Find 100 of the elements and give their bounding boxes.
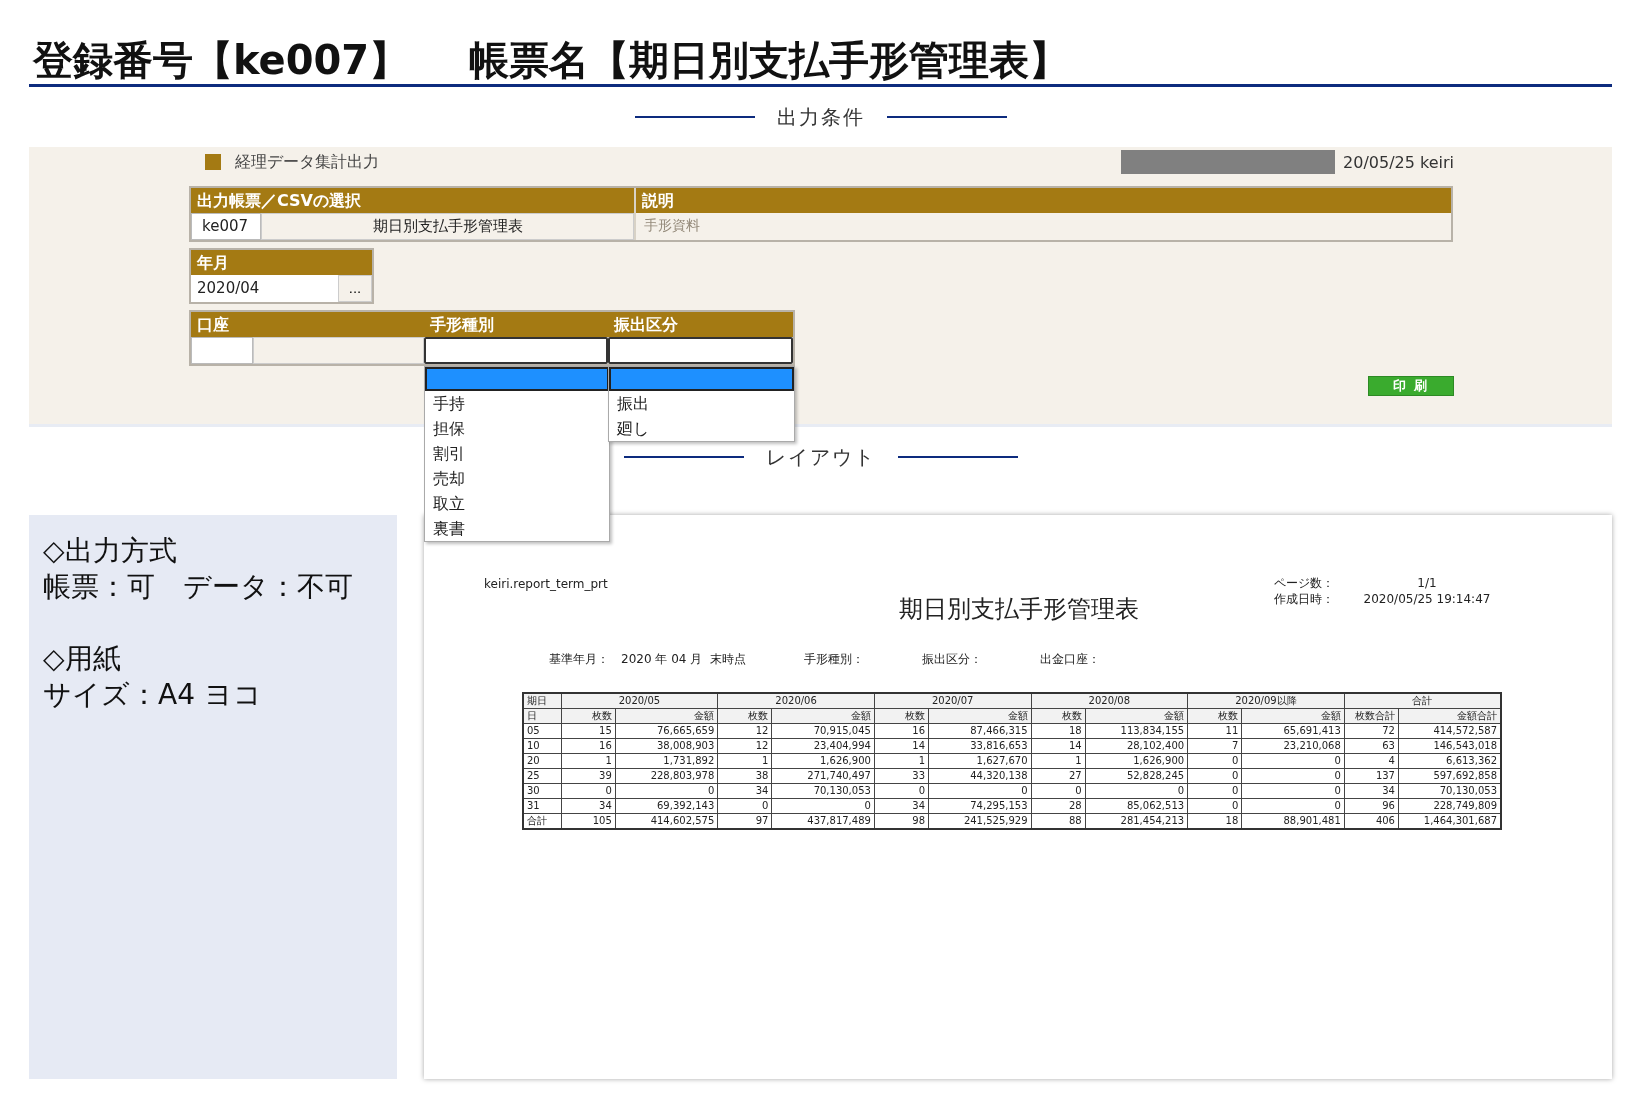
table-cell: 0 xyxy=(928,783,1031,799)
table-cell: 27 xyxy=(1031,768,1086,784)
table-cell: 271,740,497 xyxy=(771,768,875,784)
column-header: 手形種別 xyxy=(424,312,608,337)
table-cell: 76,665,659 xyxy=(615,723,718,739)
table-cell: 0 xyxy=(717,798,772,814)
form-name-title: 帳票名【期日別支払手形管理表】 xyxy=(469,38,1070,84)
table-cell: 05 xyxy=(523,723,562,739)
dropdown-option[interactable]: 担保 xyxy=(425,416,609,441)
table-cell: 0 xyxy=(561,783,616,799)
table-cell: 113,834,155 xyxy=(1085,723,1188,739)
table-cell: 14 xyxy=(1031,738,1086,754)
table-cell: 146,543,018 xyxy=(1398,738,1501,754)
criteria-label: 手形種別： xyxy=(803,651,864,668)
table-cell: 28,102,400 xyxy=(1085,738,1188,754)
dropdown-option[interactable]: 振出 xyxy=(609,391,794,416)
table-cell: 44,320,138 xyxy=(928,768,1031,784)
table-cell: 33,816,653 xyxy=(928,738,1031,754)
dropdown-option[interactable]: 売却 xyxy=(425,466,609,491)
table-header: 2020/07 xyxy=(874,693,1031,709)
meta-value: 2020/05/25 19:14:47 xyxy=(1362,591,1492,607)
table-cell: 14 xyxy=(874,738,929,754)
table-cell: 38 xyxy=(717,768,772,784)
criteria-label: 出金口座： xyxy=(1039,651,1100,668)
column-header: 説明 xyxy=(634,188,1451,213)
table-cell: 65,691,413 xyxy=(1241,723,1345,739)
table-cell: 33 xyxy=(874,768,929,784)
table-cell: 30 xyxy=(523,783,562,799)
table-cell: 72 xyxy=(1344,723,1399,739)
table-cell: 70,915,045 xyxy=(771,723,875,739)
table-cell: 0 xyxy=(1187,768,1242,784)
table-cell: 1,626,900 xyxy=(771,753,875,769)
column-header: 出力帳票／CSVの選択 xyxy=(191,188,634,213)
table-cell: 18 xyxy=(1031,723,1086,739)
dropdown-option[interactable]: 手持 xyxy=(425,391,609,416)
blank-option[interactable] xyxy=(609,367,794,391)
table-cell: 34 xyxy=(874,798,929,814)
table-cell: 0 xyxy=(1241,753,1345,769)
registration-number-title: 登録番号【ke007】 xyxy=(33,38,410,84)
table-cell: 28 xyxy=(1031,798,1086,814)
year-month-field[interactable]: 2020/04 xyxy=(191,275,338,302)
table-cell: 63 xyxy=(1344,738,1399,754)
table-cell: 0 xyxy=(1187,753,1242,769)
report-title: 期日別支払手形管理表 xyxy=(898,594,1140,625)
table-cell: 52,828,245 xyxy=(1085,768,1188,784)
info-heading: ◇用紙 xyxy=(43,641,122,677)
column-header: 振出区分 xyxy=(608,312,793,337)
table-cell: 0 xyxy=(1031,783,1086,799)
select-field[interactable] xyxy=(424,337,608,364)
table-cell: 1 xyxy=(561,753,616,769)
table-cell: 25 xyxy=(523,768,562,784)
table-cell: 74,295,153 xyxy=(928,798,1031,814)
table-cell: 34 xyxy=(561,798,616,814)
program-name: keiri.report_term_prt xyxy=(484,576,609,591)
select-field[interactable] xyxy=(608,337,793,364)
table-cell: 0 xyxy=(1085,783,1188,799)
table-cell: 23,210,068 xyxy=(1241,738,1345,754)
table-header: 2020/06 xyxy=(717,693,875,709)
table-cell: 39 xyxy=(561,768,616,784)
table-cell: 0 xyxy=(615,783,718,799)
report-code-field[interactable]: ke007 xyxy=(191,213,261,240)
report-name-field[interactable]: 期日別支払手形管理表 xyxy=(261,213,634,240)
table-cell: 1,627,670 xyxy=(928,753,1031,769)
account-code-field[interactable] xyxy=(191,337,253,364)
table-cell: 69,392,143 xyxy=(615,798,718,814)
table-cell: 1 xyxy=(717,753,772,769)
dropdown-option[interactable]: 廻し xyxy=(609,416,794,441)
table-header: 2020/09以降 xyxy=(1187,693,1345,709)
table-cell: 23,404,994 xyxy=(771,738,875,754)
table-cell: 228,749,809 xyxy=(1398,798,1501,814)
criteria-label: 基準年月： xyxy=(549,651,609,668)
criteria-label: 振出区分： xyxy=(921,651,982,668)
table-cell: 12 xyxy=(717,738,772,754)
picker-button[interactable]: ... xyxy=(338,275,372,302)
meta-value: 1/1 xyxy=(1416,575,1438,591)
table-cell: 10 xyxy=(523,738,562,754)
table-cell: 87,466,315 xyxy=(928,723,1031,739)
table-cell: 1,626,900 xyxy=(1085,753,1188,769)
table-header: 期日 xyxy=(523,693,562,709)
table-cell: 31 xyxy=(523,798,562,814)
square-icon xyxy=(205,154,221,170)
table-cell: 597,692,858 xyxy=(1398,768,1501,784)
meta-label: 作成日時： xyxy=(1274,591,1335,607)
table-cell: 16 xyxy=(561,738,616,754)
table-cell: 1 xyxy=(874,753,929,769)
column-header: 年月 xyxy=(191,250,372,275)
info-heading: ◇出力方式 xyxy=(43,533,178,569)
table-cell: 16 xyxy=(874,723,929,739)
table-cell: 137 xyxy=(1344,768,1399,784)
account-name-field[interactable] xyxy=(253,337,424,364)
dropdown-option[interactable]: 割引 xyxy=(425,441,609,466)
table-cell: 0 xyxy=(1241,768,1345,784)
table-cell: 12 xyxy=(717,723,772,739)
blank-option[interactable] xyxy=(425,367,609,391)
dropdown-option[interactable]: 裏書 xyxy=(425,516,609,541)
table-cell: 1 xyxy=(1031,753,1086,769)
table-cell: 0 xyxy=(771,798,875,814)
table-cell: 4 xyxy=(1344,753,1399,769)
table-cell: 70,130,053 xyxy=(771,783,875,799)
dropdown-option[interactable]: 取立 xyxy=(425,491,609,516)
